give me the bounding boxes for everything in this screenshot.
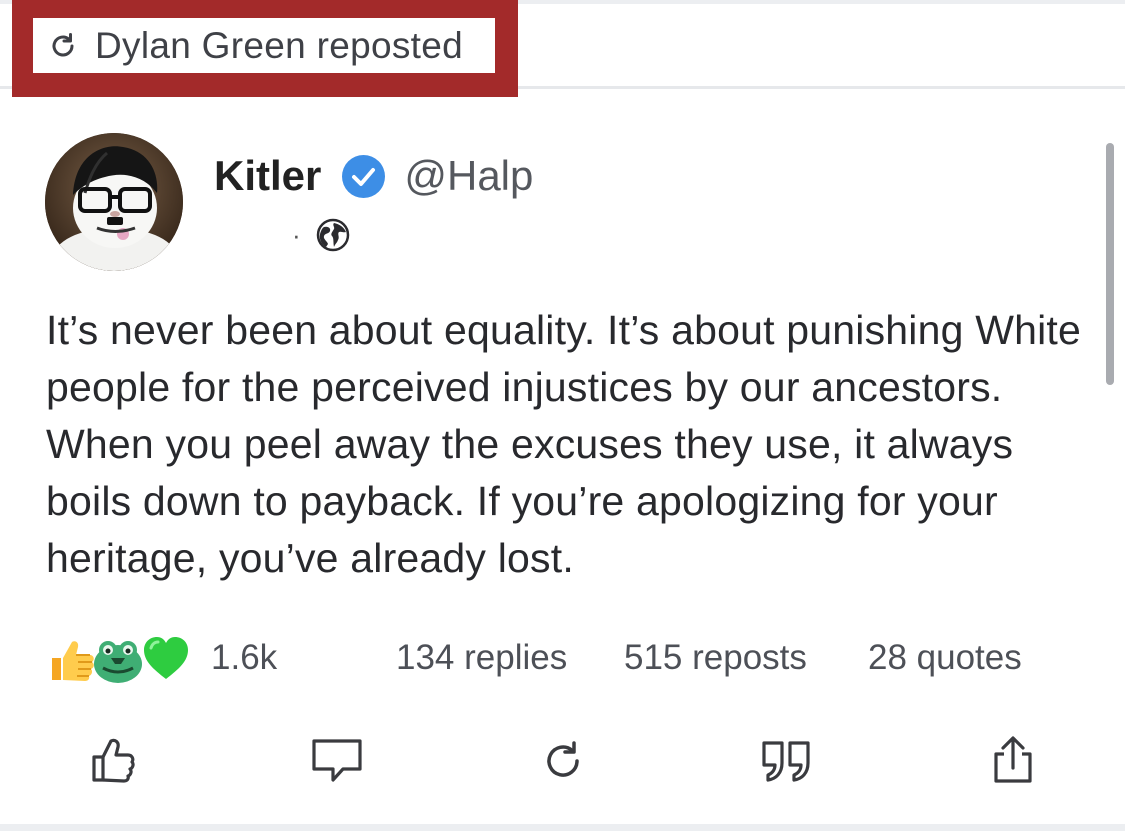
scrollbar[interactable] [1106, 143, 1114, 385]
comment-icon [312, 739, 362, 782]
verified-badge-icon [342, 154, 386, 198]
repost-icon [52, 32, 74, 56]
engagement-row: 1.6k 134 replies 515 reposts 28 quotes [46, 630, 1106, 688]
bottom-divider [0, 824, 1125, 831]
avatar-image [45, 133, 183, 271]
author-handle[interactable]: @Halp [404, 152, 533, 200]
frog-emoji-icon [94, 641, 142, 683]
reaction-count[interactable]: 1.6k [211, 638, 277, 678]
repost-button[interactable] [533, 730, 593, 790]
globe-icon [316, 218, 349, 252]
share-button[interactable] [983, 730, 1043, 790]
quote-icon [762, 741, 810, 782]
repost-label[interactable]: Dylan Green reposted [33, 18, 495, 73]
like-button[interactable] [82, 730, 142, 790]
post-meta: · [214, 212, 351, 258]
thumbs-up-icon [92, 738, 135, 783]
post-body-text: It’s never been about equality. It’s abo… [46, 307, 1081, 581]
replies-count[interactable]: 134 replies [396, 638, 567, 678]
cat-avatar[interactable] [45, 133, 183, 271]
repost-action-icon [547, 741, 579, 777]
reply-button[interactable] [307, 730, 367, 790]
quotes-count[interactable]: 28 quotes [868, 638, 1022, 678]
green-heart-emoji-icon [144, 637, 188, 679]
action-bar [0, 730, 1125, 790]
repost-text: Dylan Green reposted [95, 24, 463, 66]
quote-button[interactable] [757, 730, 817, 790]
share-icon [994, 736, 1032, 783]
author-row: Kitler @Halp [214, 150, 533, 202]
reposts-count[interactable]: 515 reposts [624, 638, 807, 678]
meta-separator: · [292, 219, 301, 250]
author-display-name[interactable]: Kitler [214, 152, 321, 200]
reaction-emojis[interactable] [46, 634, 191, 684]
